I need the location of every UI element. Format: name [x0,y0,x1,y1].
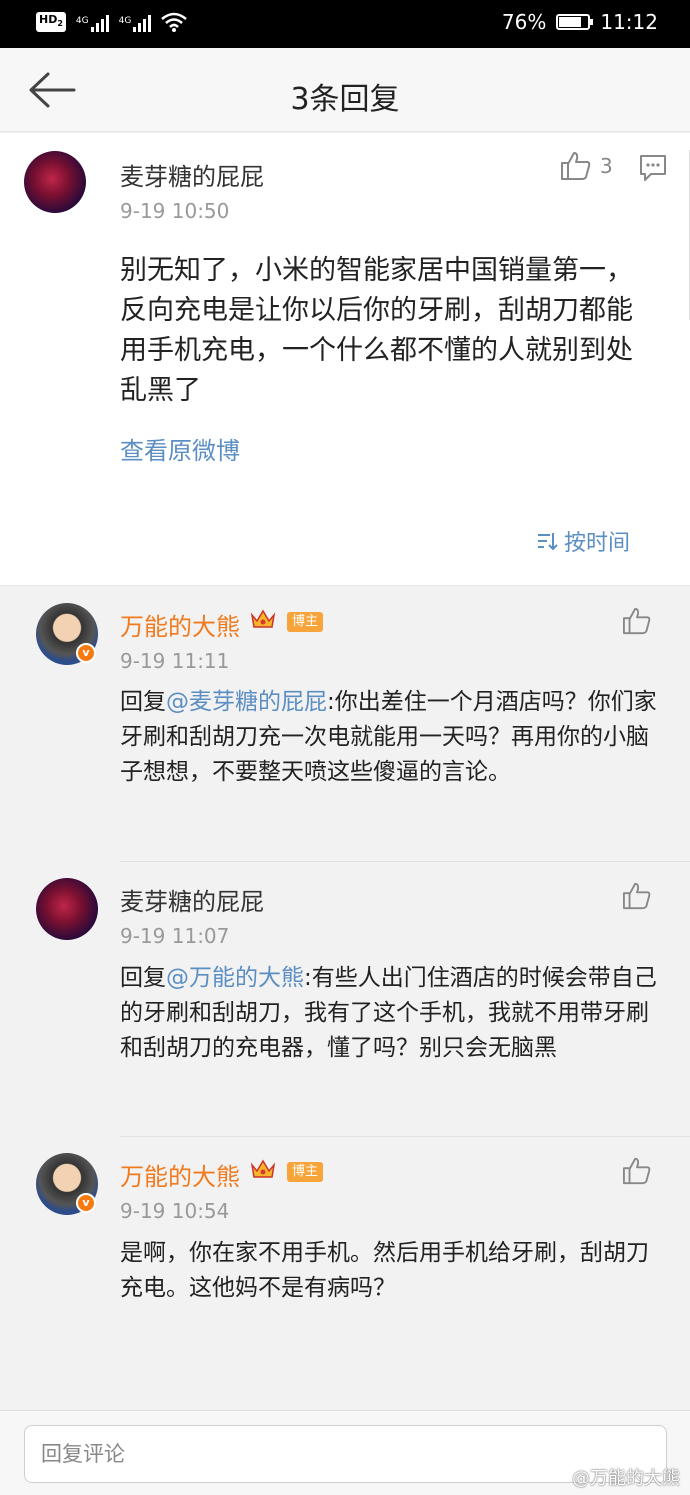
like-button[interactable] [622,1157,652,1189]
comment-icon [640,155,666,181]
signal-label-2: 4G [118,16,132,27]
status-bar: HD2 4G 4G 76% 11:12 [0,0,690,48]
status-right: 76% 11:12 [502,10,658,34]
main-comment: 麦芽糖的屁屁 9-19 10:50 3 别无知了，小米的智能家居中国销量第一，反… [0,133,690,585]
timestamp: 9-19 11:11 [120,649,230,673]
username[interactable]: 万能的大熊 [120,607,240,642]
reply-prefix: 回复 [120,965,166,991]
reply-text: 回复@麦芽糖的屁屁:你出差住一个月酒店吗？你们家牙刷和刮胡刀充一次电就能用一天吗… [120,685,665,790]
sort-label: 按时间 [563,531,630,556]
hd-voice-icon: HD2 [36,12,66,33]
mention-link[interactable]: @万能的大熊 [166,965,304,991]
mention-link[interactable]: @麦芽糖的屁屁 [166,689,327,715]
page-title: 3条回复 [290,82,400,117]
username[interactable]: 麦芽糖的屁屁 [120,882,264,917]
signal-icon: 4G [75,12,109,33]
avatar[interactable] [36,878,98,940]
clock: 11:12 [600,10,658,34]
thumbs-up-icon [623,607,651,635]
thumbs-up-icon [623,882,651,910]
reply-prefix: 回复 [120,689,166,715]
verified-badge-icon: v [76,1193,96,1213]
owner-badge: 博主 [287,1162,324,1182]
comment-text: 别无知了，小米的智能家居中国销量第一，反向充电是让你以后你的牙刷，刮胡刀都能用手… [120,255,633,406]
timestamp: 9-19 11:07 [120,924,230,948]
sort-button[interactable]: 按时间 [536,525,630,557]
thumbs-up-icon [561,152,591,180]
username[interactable]: 万能的大熊 [120,1157,240,1192]
reply-list-top-divider [0,585,690,586]
reply-list: v 万能的大熊 博主 9-19 11:11 回复@麦芽糖的屁屁:你出差住一个月酒… [0,585,690,1365]
sort-icon [537,533,558,551]
thumbs-up-icon [623,1157,651,1185]
like-count: 3 [600,154,613,178]
like-button[interactable] [622,607,652,639]
divider [120,861,690,862]
reply-text: 回复@万能的大熊:有些人出门住酒店的时候会带自己的牙刷和刮胡刀，我有了这个手机，… [120,961,665,1066]
like-button[interactable] [622,882,652,914]
signal-label: 4G [75,16,89,27]
crown-icon [250,1159,276,1178]
timestamp: 9-19 10:54 [120,1199,230,1223]
scroll-indicator [686,150,690,320]
divider [120,1136,690,1137]
username[interactable]: 麦芽糖的屁屁 [120,157,264,192]
reply-input[interactable] [24,1425,667,1483]
comment-button[interactable] [638,153,668,187]
owner-badge: 博主 [287,612,324,632]
verified-badge-icon: v [76,643,96,663]
signal-icon-2: 4G [118,12,152,33]
top-nav: 3条回复 [0,48,690,132]
battery-icon [556,14,594,30]
timestamp: 9-19 10:50 [120,199,230,223]
watermark: @万能的大熊 [572,1468,680,1489]
status-left: HD2 4G 4G [36,12,188,33]
like-button[interactable]: 3 [560,151,613,181]
battery-percent: 76% [501,10,547,34]
wifi-icon [161,12,188,33]
view-original-link[interactable]: 查看原微博 [120,431,240,466]
crown-icon [250,609,276,628]
avatar[interactable] [24,151,86,213]
reply-text: 是啊，你在家不用手机。然后用手机给牙刷，刮胡刀充电。这他妈不是有病吗？ [120,1240,649,1301]
